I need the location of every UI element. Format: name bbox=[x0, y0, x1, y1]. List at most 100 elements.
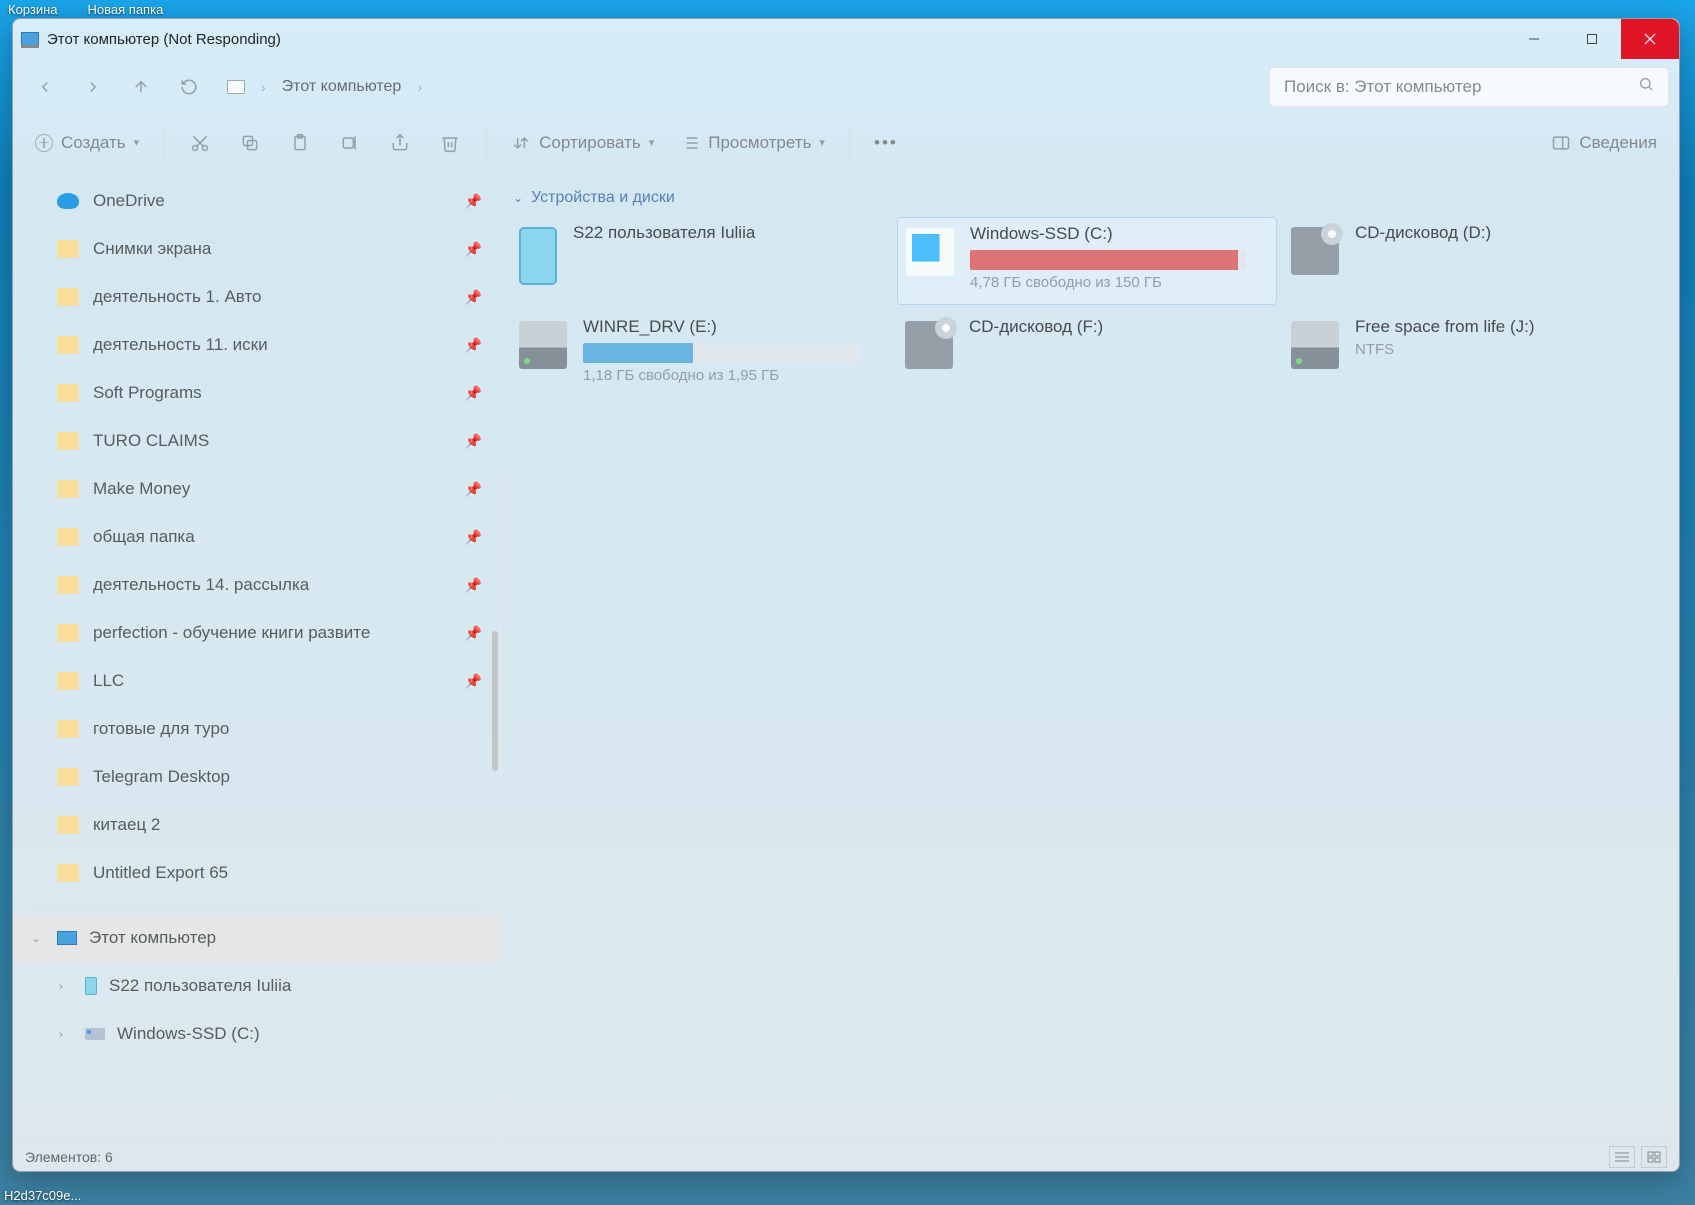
sidebar-item-label: готовые для туро bbox=[93, 719, 229, 739]
pin-icon: 📌 bbox=[465, 385, 482, 402]
sort-label: Сортировать bbox=[539, 133, 641, 153]
copy-button[interactable] bbox=[228, 123, 272, 163]
separator bbox=[29, 905, 484, 906]
close-button[interactable] bbox=[1621, 19, 1679, 59]
view-label: Просмотреть bbox=[708, 133, 811, 153]
forward-button[interactable] bbox=[71, 67, 115, 107]
sidebar-item[interactable]: деятельность 1. Авто📌 bbox=[13, 273, 500, 321]
folder-icon bbox=[57, 576, 79, 594]
share-button[interactable] bbox=[378, 123, 422, 163]
drive-icon bbox=[519, 321, 567, 369]
rename-button[interactable] bbox=[328, 123, 372, 163]
chevron-right-icon: › bbox=[261, 79, 266, 95]
pin-icon: 📌 bbox=[465, 337, 482, 354]
sidebar-item-label: LLC bbox=[93, 671, 124, 691]
chevron-down-icon: ▾ bbox=[134, 136, 140, 149]
statusbar: Элементов: 6 bbox=[13, 1141, 1679, 1171]
folder-icon bbox=[57, 624, 79, 642]
up-button[interactable] bbox=[119, 67, 163, 107]
drive-icon bbox=[1291, 321, 1339, 369]
sidebar-item[interactable]: готовые для туро bbox=[13, 705, 500, 753]
separator bbox=[163, 128, 164, 158]
sidebar-item[interactable]: TURO CLAIMS📌 bbox=[13, 417, 500, 465]
usage-bar bbox=[970, 250, 1246, 270]
pin-icon: 📌 bbox=[465, 577, 482, 594]
sidebar-item[interactable]: LLC📌 bbox=[13, 657, 500, 705]
sidebar-item[interactable]: общая папка 📌 bbox=[13, 513, 500, 561]
sidebar-item-label: деятельность 11. иски bbox=[93, 335, 268, 355]
sidebar-item[interactable]: Telegram Desktop bbox=[13, 753, 500, 801]
pc-icon bbox=[227, 80, 245, 94]
create-button[interactable]: Создать▾ bbox=[25, 123, 149, 163]
sidebar-item[interactable]: OneDrive📌 bbox=[13, 177, 500, 225]
folder-icon bbox=[57, 720, 79, 738]
chevron-icon[interactable]: › bbox=[59, 979, 73, 993]
sidebar-item-label: китаец 2 bbox=[93, 815, 160, 835]
drive-icon bbox=[85, 1028, 105, 1040]
breadcrumb[interactable]: Этот компьютер bbox=[282, 78, 402, 96]
view-list-button[interactable] bbox=[1609, 1146, 1635, 1168]
sidebar-item[interactable]: Снимки экрана📌 bbox=[13, 225, 500, 273]
drive-item[interactable]: S22 пользователя Iuliia bbox=[511, 217, 891, 305]
section-title: Устройства и диски bbox=[531, 189, 675, 207]
sidebar-item-label: общая папка bbox=[93, 527, 195, 547]
onedrive-icon bbox=[57, 193, 79, 209]
drive-item[interactable]: Free space from life (J:)NTFS bbox=[1283, 311, 1663, 399]
sidebar-item-label: Untitled Export 65 bbox=[93, 863, 228, 883]
drive-subtext: 1,18 ГБ свободно из 1,95 ГБ bbox=[583, 367, 883, 384]
toolbar: Создать▾ Сортировать▾ Просмотреть▾ ••• С… bbox=[13, 115, 1679, 171]
drive-icon bbox=[1291, 227, 1339, 275]
pin-icon: 📌 bbox=[465, 529, 482, 546]
sidebar-item[interactable]: китаец 2 bbox=[13, 801, 500, 849]
maximize-button[interactable] bbox=[1563, 19, 1621, 59]
view-button[interactable]: Просмотреть▾ bbox=[670, 123, 835, 163]
chevron-icon[interactable]: › bbox=[59, 1027, 73, 1041]
drive-item[interactable]: WINRE_DRV (E:)1,18 ГБ свободно из 1,95 Г… bbox=[511, 311, 891, 399]
drive-item[interactable]: Windows-SSD (C:)4,78 ГБ свободно из 150 … bbox=[897, 217, 1277, 305]
tree-item[interactable]: ⌄ Этот компьютер bbox=[13, 914, 500, 962]
refresh-button[interactable] bbox=[167, 67, 211, 107]
sidebar-item[interactable]: Soft Programs📌 bbox=[13, 369, 500, 417]
section-header[interactable]: ⌄ Устройства и диски bbox=[511, 185, 1669, 217]
sidebar-item-label: perfection - обучение книги развите bbox=[93, 623, 370, 643]
cut-button[interactable] bbox=[178, 123, 222, 163]
tree-item-label: Windows-SSD (C:) bbox=[117, 1024, 260, 1044]
back-button[interactable] bbox=[23, 67, 67, 107]
delete-button[interactable] bbox=[428, 123, 472, 163]
details-pane-button[interactable]: Сведения bbox=[1541, 123, 1667, 163]
view-grid-button[interactable] bbox=[1641, 1146, 1667, 1168]
folder-icon bbox=[57, 672, 79, 690]
tree-item-label: Этот компьютер bbox=[89, 928, 216, 948]
sidebar-item-label: Снимки экрана bbox=[93, 239, 211, 259]
sidebar-item[interactable]: Untitled Export 65 bbox=[13, 849, 500, 897]
search-box[interactable]: Поиск в: Этот компьютер bbox=[1269, 67, 1669, 107]
desktop-icon-folder[interactable]: Новая папка bbox=[88, 2, 164, 17]
search-icon bbox=[1638, 76, 1654, 97]
tree-item[interactable]: › Windows-SSD (C:) bbox=[13, 1010, 500, 1058]
chevron-icon[interactable]: ⌄ bbox=[31, 931, 45, 945]
folder-icon bbox=[57, 816, 79, 834]
drive-subtext: NTFS bbox=[1355, 341, 1655, 358]
desktop-icon-recycle[interactable]: Корзина bbox=[8, 2, 58, 17]
drive-item[interactable]: CD-дисковод (F:) bbox=[897, 311, 1277, 399]
drive-icon bbox=[905, 321, 953, 369]
sidebar-item[interactable]: деятельность 11. иски 📌 bbox=[13, 321, 500, 369]
drive-name: S22 пользователя Iuliia bbox=[573, 223, 883, 243]
more-button[interactable]: ••• bbox=[864, 123, 908, 163]
tree-item[interactable]: ›S22 пользователя Iuliia bbox=[13, 962, 500, 1010]
paste-button[interactable] bbox=[278, 123, 322, 163]
sidebar-item[interactable]: Make Money📌 bbox=[13, 465, 500, 513]
content: OneDrive📌Снимки экрана📌деятельность 1. А… bbox=[13, 171, 1679, 1141]
sidebar: OneDrive📌Снимки экрана📌деятельность 1. А… bbox=[13, 171, 501, 1141]
sidebar-item[interactable]: perfection - обучение книги развите📌 bbox=[13, 609, 500, 657]
phone-icon bbox=[85, 977, 97, 995]
minimize-button[interactable] bbox=[1505, 19, 1563, 59]
titlebar[interactable]: Этот компьютер (Not Responding) bbox=[13, 19, 1679, 59]
usage-bar bbox=[583, 343, 859, 363]
drive-item[interactable]: CD-дисковод (D:) bbox=[1283, 217, 1663, 305]
sort-button[interactable]: Сортировать▾ bbox=[501, 123, 664, 163]
sidebar-item[interactable]: деятельность 14. рассылка📌 bbox=[13, 561, 500, 609]
address-bar[interactable]: › Этот компьютер › bbox=[215, 67, 1265, 107]
drive-icon bbox=[519, 227, 557, 285]
drive-subtext: 4,78 ГБ свободно из 150 ГБ bbox=[970, 274, 1268, 291]
